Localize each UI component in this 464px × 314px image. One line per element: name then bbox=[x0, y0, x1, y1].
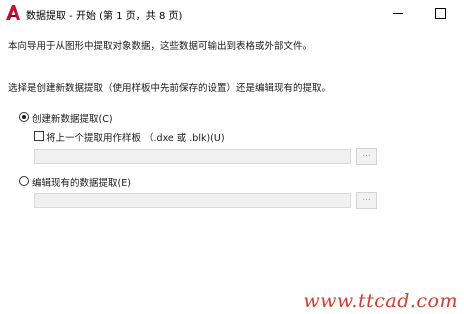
use-template-label[interactable]: 将上一个提取用作样板 （.dxe 或 .blk)(U) bbox=[46, 130, 225, 144]
template-path-input[interactable] bbox=[34, 149, 351, 164]
site-watermark: www.ttcad.com bbox=[303, 290, 458, 312]
autocad-icon bbox=[6, 5, 20, 20]
create-new-radio[interactable] bbox=[19, 112, 29, 122]
data-extraction-dialog: 数据提取 - 开始 (第 1 页，共 8 页) 本向导用于从图形中提取对象数据，… bbox=[0, 0, 464, 314]
title-bar: 数据提取 - 开始 (第 1 页，共 8 页) bbox=[0, 0, 464, 28]
create-new-label[interactable]: 创建新数据提取(C) bbox=[32, 111, 113, 125]
edit-existing-radio[interactable] bbox=[19, 176, 29, 186]
edit-existing-label[interactable]: 编辑现有的数据提取(E) bbox=[32, 175, 131, 189]
instruction-text: 选择是创建新数据提取（使用样板中先前保存的设置）还是编辑现有的提取。 bbox=[8, 83, 332, 94]
use-template-checkbox[interactable] bbox=[34, 131, 44, 141]
existing-path-input[interactable] bbox=[34, 193, 351, 208]
window-title: 数据提取 - 开始 (第 1 页，共 8 页) bbox=[26, 11, 183, 22]
intro-description: 本向导用于从图形中提取对象数据，这些数据可输出到表格或外部文件。 bbox=[8, 41, 313, 52]
existing-browse-button[interactable]: ... bbox=[356, 192, 377, 209]
maximize-button[interactable] bbox=[420, 0, 464, 26]
minimize-button[interactable] bbox=[376, 0, 420, 26]
template-browse-button[interactable]: ... bbox=[356, 148, 377, 165]
